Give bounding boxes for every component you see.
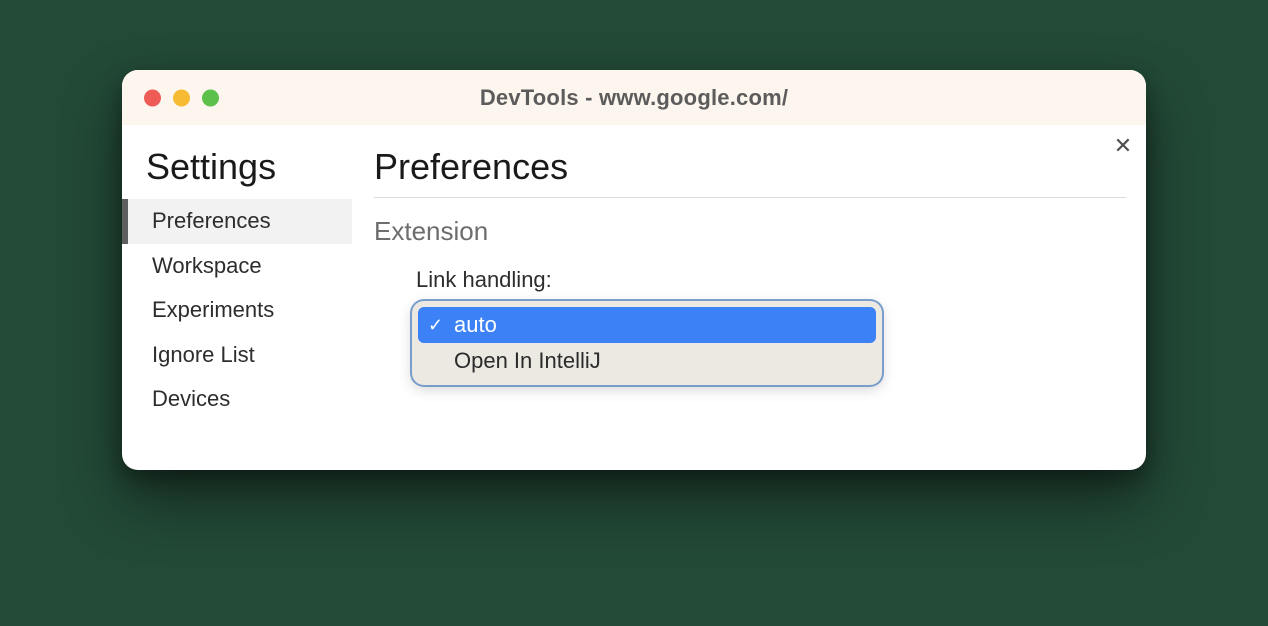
sidebar-item-label: Devices [152, 386, 230, 411]
link-handling-label: Link handling: [416, 267, 1126, 293]
sidebar-item-ignore-list[interactable]: Ignore List [122, 333, 352, 378]
minimize-window-button[interactable] [173, 89, 190, 106]
window-titlebar: DevTools - www.google.com/ [122, 70, 1146, 125]
sidebar-item-preferences[interactable]: Preferences [122, 199, 352, 244]
settings-main: ✕ Preferences Extension Link handling: ✓… [352, 125, 1146, 470]
page-title: Preferences [374, 149, 1126, 185]
close-settings-button[interactable]: ✕ [1108, 131, 1138, 161]
title-divider [374, 197, 1126, 198]
settings-sidebar: Settings Preferences Workspace Experimen… [122, 125, 352, 470]
settings-nav-list: Preferences Workspace Experiments Ignore… [122, 199, 352, 422]
dropdown-option-label: Open In IntelliJ [454, 348, 601, 374]
sidebar-item-workspace[interactable]: Workspace [122, 244, 352, 289]
settings-content: Settings Preferences Workspace Experimen… [122, 125, 1146, 470]
dropdown-option-auto[interactable]: ✓ auto [418, 307, 876, 343]
zoom-window-button[interactable] [202, 89, 219, 106]
sidebar-item-devices[interactable]: Devices [122, 377, 352, 422]
sidebar-item-label: Preferences [152, 208, 271, 233]
close-window-button[interactable] [144, 89, 161, 106]
sidebar-item-experiments[interactable]: Experiments [122, 288, 352, 333]
sidebar-item-label: Ignore List [152, 342, 255, 367]
dropdown-option-label: auto [454, 312, 497, 338]
check-icon: ✓ [428, 315, 454, 336]
section-title-extension: Extension [374, 216, 1126, 247]
sidebar-item-label: Experiments [152, 297, 274, 322]
dropdown-option-open-in-intellij[interactable]: ✓ Open In IntelliJ [418, 343, 876, 379]
close-icon: ✕ [1114, 133, 1132, 159]
settings-heading: Settings [146, 149, 352, 185]
sidebar-item-label: Workspace [152, 253, 262, 278]
link-handling-dropdown[interactable]: ✓ auto ✓ Open In IntelliJ [412, 301, 882, 385]
traffic-lights [144, 89, 219, 106]
devtools-window: DevTools - www.google.com/ Settings Pref… [122, 70, 1146, 470]
window-title: DevTools - www.google.com/ [122, 85, 1146, 111]
